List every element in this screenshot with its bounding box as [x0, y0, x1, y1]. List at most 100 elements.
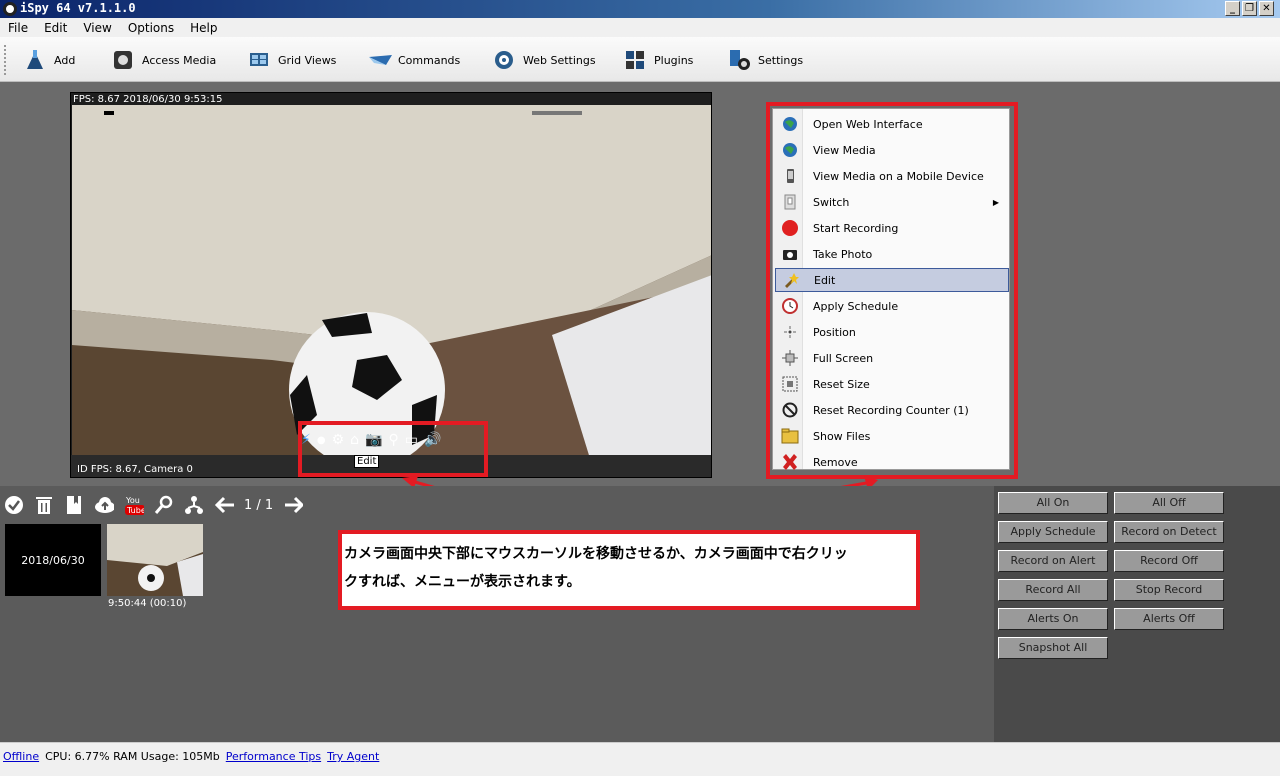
- menu-reset-size[interactable]: Reset Size: [775, 372, 1009, 396]
- plugins-button[interactable]: Plugins: [624, 45, 693, 75]
- menu-view-media-mobile[interactable]: View Media on a Mobile Device: [775, 164, 1009, 188]
- trash-icon[interactable]: [34, 495, 54, 515]
- media-thumbnail-video[interactable]: [107, 524, 203, 596]
- menu-edit[interactable]: Edit: [775, 268, 1009, 292]
- menu-take-photo[interactable]: Take Photo: [775, 242, 1009, 266]
- add-icon: [24, 49, 46, 71]
- camera-status: ID FPS: 8.67, Camera 0: [77, 464, 193, 475]
- snapshot-all-button[interactable]: Snapshot All: [998, 637, 1108, 659]
- access-media-icon: [112, 49, 134, 71]
- menu-switch[interactable]: Switch ▶: [775, 190, 1009, 214]
- menu-open-web-interface[interactable]: Open Web Interface: [775, 112, 1009, 136]
- thumbnail-date: 2018/06/30: [21, 553, 85, 567]
- alerts-off-button[interactable]: Alerts Off: [1114, 608, 1224, 630]
- all-off-button[interactable]: All Off: [1114, 492, 1224, 514]
- alerts-on-button[interactable]: Alerts On: [998, 608, 1108, 630]
- menu-label: Reset Size: [813, 377, 870, 391]
- menu-view[interactable]: View: [75, 21, 119, 35]
- globe-icon: [781, 115, 799, 133]
- edit-wand-icon: [782, 271, 800, 289]
- menu-full-screen[interactable]: Full Screen: [775, 346, 1009, 370]
- bookmark-icon[interactable]: [64, 495, 84, 515]
- commands-label: Commands: [398, 53, 461, 67]
- callout-text: カメラ画面中央下部にマウスカーソルを移動させるか、カメラ画面中で右クリッ クすれ…: [344, 540, 918, 596]
- menu-file[interactable]: File: [0, 21, 36, 35]
- arrow-right-icon[interactable]: [283, 495, 304, 515]
- offline-link[interactable]: Offline: [3, 750, 39, 763]
- title-bar: iSpy 64 v7.1.1.0 _ ❐ ✕: [0, 0, 1280, 18]
- grid-views-button[interactable]: Grid Views: [248, 45, 336, 75]
- record-icon: [781, 219, 799, 237]
- camera-feed-image[interactable]: [72, 105, 711, 465]
- window-title: iSpy 64 v7.1.1.0: [20, 1, 136, 15]
- menu-position[interactable]: Position: [775, 320, 1009, 344]
- all-on-button[interactable]: All On: [998, 492, 1108, 514]
- resource-stats: CPU: 6.77% RAM Usage: 105Mb: [45, 750, 220, 763]
- menu-label: Edit: [814, 273, 836, 287]
- menu-reset-recording-counter[interactable]: Reset Recording Counter (1): [775, 398, 1009, 422]
- globe-icon: [781, 141, 799, 159]
- remove-x-icon: [781, 453, 799, 471]
- search-icon[interactable]: [154, 495, 174, 515]
- web-settings-button[interactable]: Web Settings: [493, 45, 596, 75]
- main-toolbar: Add Access Media Grid Views Commands Web…: [0, 37, 1280, 82]
- svg-text:Tube: Tube: [126, 506, 144, 515]
- menu-label: View Media: [813, 143, 876, 157]
- record-on-detect-button[interactable]: Record on Detect: [1114, 521, 1224, 543]
- svg-text:You: You: [125, 496, 140, 505]
- menu-label: Full Screen: [813, 351, 874, 365]
- folder-icon: [781, 427, 799, 445]
- restore-button[interactable]: ❐: [1242, 1, 1257, 16]
- window-controls: _ ❐ ✕: [1225, 1, 1274, 16]
- status-bar: Offline CPU: 6.77% RAM Usage: 105Mb Perf…: [0, 742, 1280, 776]
- menu-view-media[interactable]: View Media: [775, 138, 1009, 162]
- access-media-button[interactable]: Access Media: [112, 45, 216, 75]
- menu-label: Apply Schedule: [813, 299, 899, 313]
- youtube-icon[interactable]: You Tube: [124, 495, 144, 515]
- context-menu: Open Web Interface View Media View Media…: [772, 108, 1010, 470]
- merge-icon[interactable]: [184, 495, 204, 515]
- settings-button[interactable]: Settings: [728, 45, 803, 75]
- menu-label: Reset Recording Counter (1): [813, 403, 969, 417]
- record-off-button[interactable]: Record Off: [1114, 550, 1224, 572]
- callout-annotation: カメラ画面中央下部にマウスカーソルを移動させるか、カメラ画面中で右クリッ クすれ…: [338, 530, 920, 610]
- menu-options[interactable]: Options: [120, 21, 182, 35]
- check-all-icon[interactable]: [4, 495, 24, 515]
- minimize-button[interactable]: _: [1225, 1, 1240, 16]
- menu-start-recording[interactable]: Start Recording: [775, 216, 1009, 240]
- try-agent-link[interactable]: Try Agent: [327, 750, 379, 763]
- commands-button[interactable]: Commands: [368, 45, 460, 75]
- toolbar-highlight-box: [298, 421, 488, 477]
- arrow-left-icon[interactable]: [214, 495, 234, 515]
- upload-cloud-icon[interactable]: [94, 495, 114, 515]
- grid-views-icon: [248, 49, 270, 71]
- plugins-icon: [624, 49, 646, 71]
- add-label: Add: [54, 53, 76, 67]
- performance-tips-link[interactable]: Performance Tips: [226, 750, 321, 763]
- reset-size-icon: [781, 375, 799, 393]
- media-panel: You Tube 1 / 1 2018/06/30 9:50:44 (00:10): [0, 486, 994, 742]
- status-row: Offline CPU: 6.77% RAM Usage: 105Mb Perf…: [3, 750, 379, 763]
- settings-label: Settings: [758, 53, 804, 67]
- page-indicator: 1 / 1: [244, 497, 274, 513]
- toolbar-grip[interactable]: [4, 45, 7, 75]
- clock-icon: [781, 297, 799, 315]
- callout-line-1: カメラ画面中央下部にマウスカーソルを移動させるか、カメラ画面中で右クリッ: [344, 546, 848, 562]
- submenu-arrow-icon: ▶: [992, 197, 999, 207]
- thumbnail-image: [107, 524, 203, 596]
- menu-help[interactable]: Help: [182, 21, 225, 35]
- menu-remove[interactable]: Remove: [775, 450, 1009, 474]
- record-all-button[interactable]: Record All: [998, 579, 1108, 601]
- close-button[interactable]: ✕: [1259, 1, 1274, 16]
- grid-views-label: Grid Views: [278, 53, 337, 67]
- menu-edit[interactable]: Edit: [36, 21, 75, 35]
- camera-scene: [72, 105, 711, 465]
- menu-show-files[interactable]: Show Files: [775, 424, 1009, 448]
- media-thumbnail-folder[interactable]: 2018/06/30: [5, 524, 101, 596]
- apply-schedule-button[interactable]: Apply Schedule: [998, 521, 1108, 543]
- menu-apply-schedule[interactable]: Apply Schedule: [775, 294, 1009, 318]
- add-button[interactable]: Add: [24, 45, 75, 75]
- stop-record-button[interactable]: Stop Record: [1114, 579, 1224, 601]
- menu-label: Open Web Interface: [813, 117, 923, 131]
- record-on-alert-button[interactable]: Record on Alert: [998, 550, 1108, 572]
